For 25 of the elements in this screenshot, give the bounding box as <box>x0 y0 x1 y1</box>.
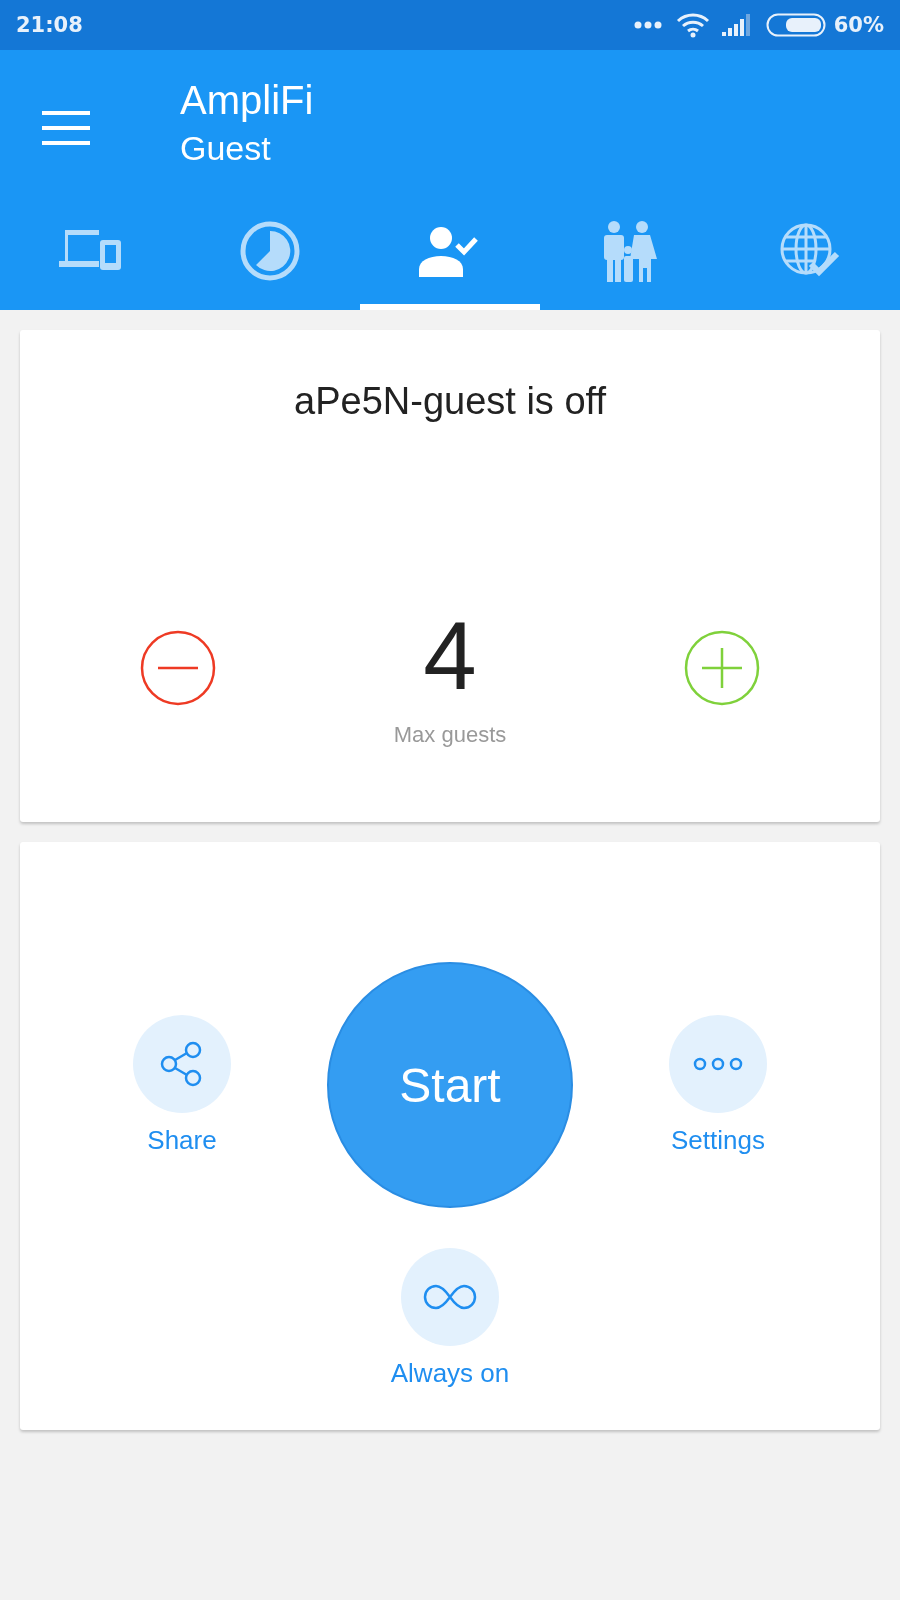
battery-percentage: 60% <box>833 13 884 37</box>
decrease-button[interactable] <box>140 630 216 706</box>
guest-count: 4 <box>423 608 477 704</box>
clock: 21:08 <box>16 13 83 37</box>
battery-icon <box>765 13 826 37</box>
wifi-icon <box>675 12 710 38</box>
person-check-icon <box>419 224 481 277</box>
infinity-icon <box>423 1283 477 1311</box>
settings-button[interactable]: Settings <box>648 1014 788 1156</box>
start-button[interactable]: Start <box>327 962 573 1208</box>
count-label: Max guests <box>393 722 507 748</box>
minus-icon <box>140 630 216 706</box>
more-icon <box>693 1056 743 1071</box>
app-title: AmpliFi <box>180 77 314 123</box>
plus-icon <box>684 630 760 706</box>
network-status-title: aPe5N-guest is off <box>294 380 606 423</box>
menu-icon <box>42 110 90 145</box>
page-subtitle: Guest <box>180 128 272 168</box>
share-button[interactable]: Share <box>112 1014 252 1156</box>
pie-chart-icon <box>239 219 301 282</box>
increase-button[interactable] <box>684 630 760 706</box>
more-dots-icon <box>633 21 662 29</box>
always-on-button[interactable]: Always on <box>380 1248 520 1389</box>
devices-icon <box>59 229 121 272</box>
signal-icon <box>721 14 752 36</box>
